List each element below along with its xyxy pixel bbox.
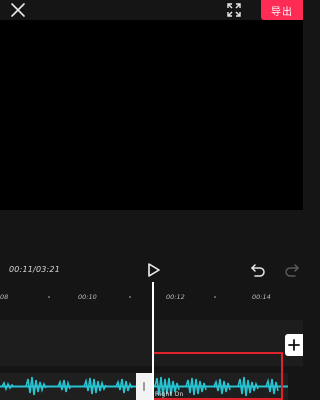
redo-icon[interactable] (283, 261, 301, 279)
ruler-tick (214, 296, 216, 298)
grip-icon (143, 382, 145, 391)
add-clip-button[interactable] (285, 334, 303, 356)
close-icon[interactable] (9, 1, 27, 19)
fullscreen-icon[interactable] (225, 1, 243, 19)
ruler-label: 00:14 (252, 293, 271, 301)
video-preview[interactable] (0, 20, 303, 210)
playhead[interactable] (152, 282, 154, 400)
play-icon[interactable] (143, 260, 163, 280)
audio-clip[interactable] (0, 373, 136, 400)
plus-icon (288, 339, 300, 351)
ruler-label: 00:10 (78, 293, 97, 301)
export-button[interactable]: 导出 (261, 0, 303, 20)
ruler-tick (48, 296, 50, 298)
top-toolbar (0, 0, 303, 20)
timecode-display: 00:11/03:21 (9, 265, 61, 274)
waveform (0, 376, 136, 396)
clip-label: Right On (155, 391, 184, 398)
ruler-label: 08 (0, 293, 9, 301)
ruler-tick (129, 296, 131, 298)
ruler-label: 00:12 (166, 293, 185, 301)
undo-icon[interactable] (249, 261, 267, 279)
